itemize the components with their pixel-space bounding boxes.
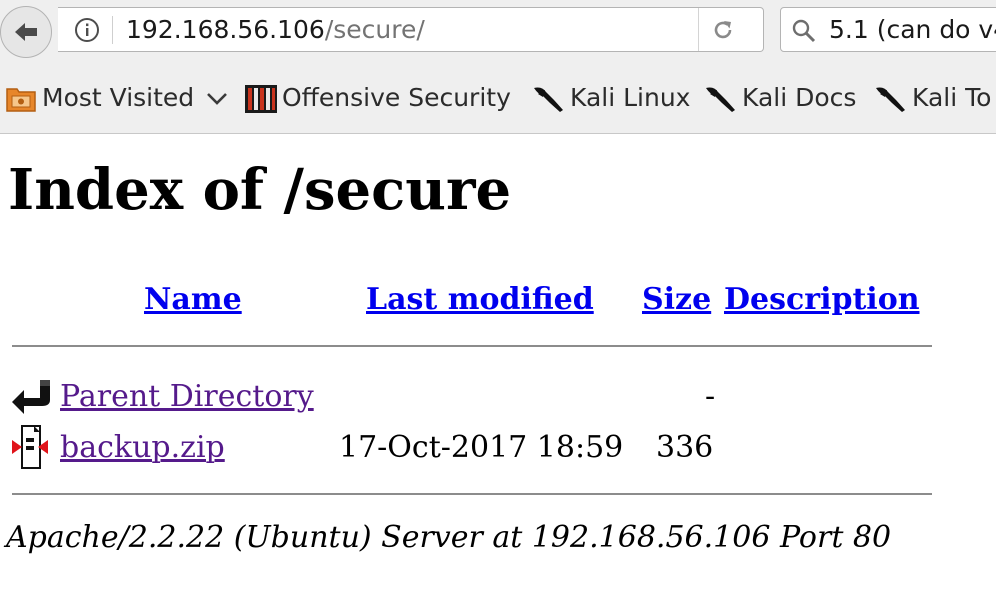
column-header-last-modified[interactable]: Last modified: [366, 280, 594, 320]
bookmark-kali-docs[interactable]: Kali Docs: [704, 80, 864, 116]
info-icon[interactable]: [74, 17, 100, 43]
back-button[interactable]: [0, 6, 52, 58]
bookmark-kali-linux[interactable]: Kali Linux: [532, 80, 692, 116]
divider-bottom: [12, 493, 932, 495]
bookmark-label: Most Visited: [42, 83, 195, 112]
column-header-size[interactable]: Size: [642, 280, 711, 320]
kali-dragon-icon: [534, 87, 563, 112]
column-header-name[interactable]: Name: [144, 280, 242, 320]
reload-icon[interactable]: [710, 17, 736, 43]
kali-dragon-icon: [876, 87, 905, 112]
divider-top: [12, 345, 932, 347]
page-title: Index of /secure: [8, 157, 512, 223]
zip-file-icon: [12, 425, 48, 469]
url-text[interactable]: 192.168.56.106/secure/: [126, 15, 425, 44]
file-size: 336: [656, 430, 714, 465]
bookmark-label: Offensive Security: [282, 83, 511, 112]
bookmark-kali-tools[interactable]: Kali To: [874, 80, 996, 116]
back-arrow-icon: [15, 23, 37, 41]
search-text[interactable]: 5.1 (can do v4: [829, 15, 996, 44]
column-header-description[interactable]: Description: [724, 280, 920, 320]
offensive-security-icon: [245, 85, 277, 113]
bookmark-label: Kali Linux: [570, 83, 691, 112]
bookmark-label: Kali To: [912, 83, 992, 112]
chevron-down-icon: [207, 93, 227, 105]
navigation-toolbar: 192.168.56.106/secure/ 5.1 (can do v4: [0, 0, 996, 62]
url-divider: [112, 16, 113, 44]
kali-dragon-icon: [706, 87, 735, 112]
file-link-backup-zip[interactable]: backup.zip: [60, 428, 225, 468]
parent-directory-icon: [12, 380, 50, 414]
reload-divider: [698, 8, 699, 51]
bookmark-most-visited[interactable]: Most Visited: [6, 80, 230, 116]
search-icon: [792, 19, 816, 43]
file-size: -: [705, 379, 716, 414]
url-host: 192.168.56.106: [126, 15, 325, 44]
bookmarks-toolbar: Most Visited Offensive Security Kali Lin…: [0, 62, 996, 134]
bookmark-offensive-security[interactable]: Offensive Security: [244, 80, 520, 116]
bookmark-label: Kali Docs: [742, 83, 857, 112]
file-link-parent-directory[interactable]: Parent Directory: [60, 377, 314, 417]
file-last-modified: 17-Oct-2017 18:59: [339, 430, 624, 465]
url-bar[interactable]: 192.168.56.106/secure/: [58, 7, 764, 52]
search-bar[interactable]: 5.1 (can do v4: [780, 7, 996, 52]
url-path: /secure/: [324, 15, 425, 44]
most-visited-icon: [6, 88, 36, 112]
server-signature: Apache/2.2.22 (Ubuntu) Server at 192.168…: [6, 520, 892, 555]
